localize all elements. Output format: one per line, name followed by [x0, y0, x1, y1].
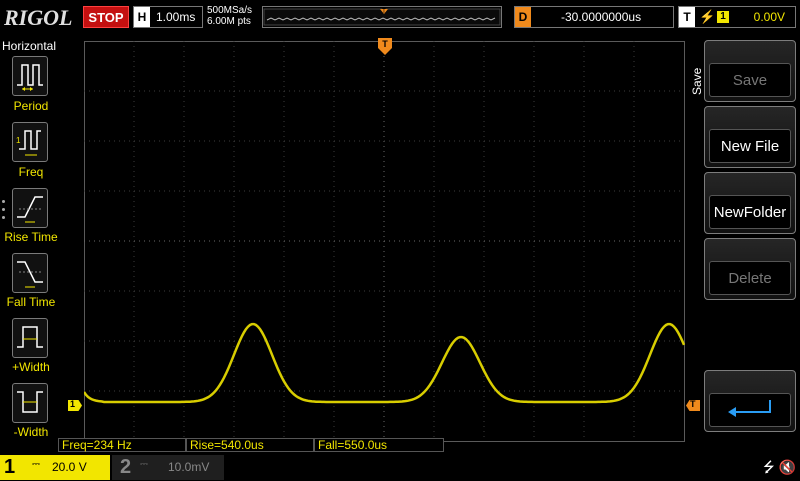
freq-measurement: Freq=234 Hz [58, 438, 186, 452]
delete-button-label: Delete [709, 261, 791, 295]
waveform-display[interactable] [84, 41, 685, 442]
trigger-level-label: T [690, 399, 696, 409]
negative-width-icon [12, 383, 48, 423]
trigger-level: 0.00V [753, 10, 785, 24]
speaker-muted-icon: 🔇 [778, 459, 796, 475]
trigger-box[interactable]: T ⚡ 1 0.00V [678, 6, 796, 28]
delay-key: D [515, 7, 531, 27]
timebase-key: H [134, 7, 150, 27]
frequency-icon: 1 [12, 122, 48, 162]
new-folder-button[interactable]: NewFolder [704, 172, 796, 234]
ch2-status[interactable]: 2 ⎓ 10.0mV [112, 455, 224, 480]
delay-box[interactable]: D -30.0000000us [514, 6, 674, 28]
acquisition-info: 500MSa/s 6.00M pts [207, 5, 252, 27]
run-stop-status[interactable]: STOP [83, 6, 129, 28]
usb-icon: ⭍ [763, 459, 775, 475]
ch1-coupling-icon: ⎓ [32, 459, 40, 470]
save-button-label: Save [709, 63, 791, 97]
timebase-box[interactable]: H 1.00ms [133, 6, 203, 28]
trigger-position-label: T [382, 39, 388, 49]
period-icon [12, 56, 48, 96]
left-menu-title: Horizontal [2, 39, 57, 53]
return-button[interactable] [704, 370, 796, 432]
period-label: Period [13, 99, 49, 113]
fall-time-label: Fall Time [6, 295, 56, 309]
ch1-status[interactable]: 1 ⎓ 20.0 V [0, 455, 110, 480]
ch2-number: 2 [120, 456, 132, 478]
rise-time-label: Rise Time [4, 230, 58, 244]
memory-depth: 6.00M pts [207, 16, 251, 27]
brand-logo: RIGOL [4, 5, 73, 30]
trigger-position-marker: T [378, 38, 392, 56]
fall-time-icon [12, 253, 48, 293]
rise-measurement: Rise=540.0us [186, 438, 314, 452]
ch1-ground-label: 1 [70, 399, 76, 409]
svg-text:1: 1 [16, 136, 21, 145]
ch2-scale: 10.0mV [168, 460, 210, 474]
ch1-number: 1 [4, 456, 16, 478]
new-file-button[interactable]: New File [704, 106, 796, 168]
trigger-key: T [679, 7, 695, 27]
right-menu-title: Save [690, 67, 704, 95]
ch1-ground-marker[interactable]: 1 [68, 400, 82, 411]
delete-button[interactable]: Delete [704, 238, 796, 300]
status-icons: ⭍ 🔇 [763, 457, 796, 481]
save-button[interactable]: Save [704, 40, 796, 102]
rising-edge-icon: ⚡ [699, 9, 716, 24]
ch2-coupling-icon: ⎓ [140, 459, 148, 470]
new-file-button-label: New File [709, 129, 791, 163]
menu-page-dots [2, 200, 5, 224]
sample-rate: 500MSa/s [207, 5, 253, 16]
positive-width-icon [12, 318, 48, 358]
positive-width-label: +Width [12, 360, 50, 374]
trigger-level-marker[interactable]: T [686, 400, 700, 411]
freq-label: Freq [18, 165, 44, 179]
timeline-trigger-marker: T [382, 9, 386, 15]
return-arrow-icon [709, 393, 791, 427]
new-folder-button-label: NewFolder [709, 195, 791, 229]
fall-measurement: Fall=550.0us [314, 438, 444, 452]
timeline-waveform-icon: T [263, 8, 501, 26]
rise-time-icon [12, 188, 48, 228]
timebase-value: 1.00ms [156, 10, 196, 24]
delay-value: -30.0000000us [561, 10, 642, 24]
ch1-scale: 20.0 V [52, 460, 87, 474]
negative-width-label: -Width [13, 425, 49, 439]
memory-timeline: T [262, 6, 502, 28]
trigger-source: 1 [717, 11, 729, 23]
